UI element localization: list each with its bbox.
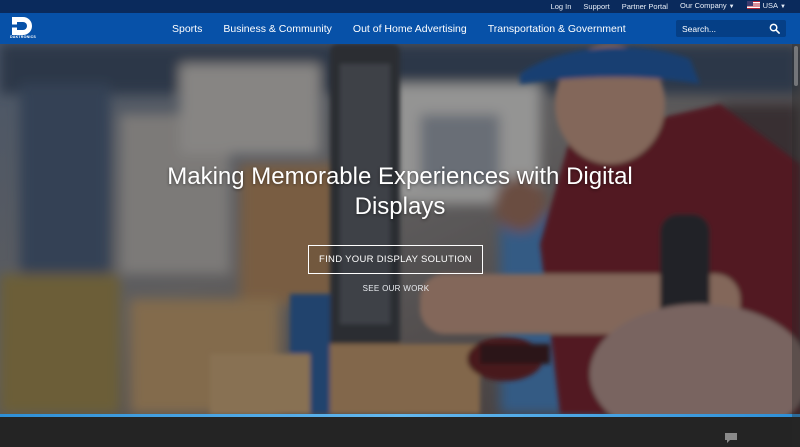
utility-bar: Log In Support Partner Portal Our Compan… — [0, 0, 800, 13]
hero-section: Making Memorable Experiences with Digita… — [0, 44, 800, 414]
daktronics-logo[interactable]: DAKTRONICS — [9, 16, 37, 42]
country-selector[interactable]: USA ▼ — [746, 0, 786, 14]
logo-wordmark: DAKTRONICS — [10, 35, 36, 39]
utility-link-support[interactable]: Support — [583, 0, 609, 13]
hero-title: Making Memorable Experiences with Digita… — [167, 163, 633, 220]
utility-link-partner-portal[interactable]: Partner Portal — [622, 0, 668, 13]
search-icon[interactable] — [769, 23, 780, 34]
chevron-down-icon: ▼ — [728, 4, 735, 10]
search-box — [676, 20, 786, 37]
main-nav: DAKTRONICS Sports Business & Community O… — [0, 13, 800, 44]
content-band — [0, 417, 800, 447]
nav-item-out-of-home-advertising[interactable]: Out of Home Advertising — [353, 23, 467, 35]
scrollbar-track[interactable] — [792, 44, 800, 447]
scrollbar-thumb[interactable] — [794, 46, 798, 86]
nav-item-sports[interactable]: Sports — [172, 23, 202, 35]
see-our-work-link[interactable]: SEE OUR WORK — [340, 284, 452, 293]
primary-nav: Sports Business & Community Out of Home … — [172, 13, 626, 44]
chevron-down-icon: ▼ — [780, 4, 786, 10]
hero-overlay — [0, 44, 800, 414]
us-flag-icon — [746, 1, 760, 9]
nav-item-transportation-government[interactable]: Transportation & Government — [488, 23, 626, 35]
search-input[interactable] — [682, 23, 770, 34]
our-company-label: Our Company — [679, 1, 727, 10]
chat-icon[interactable] — [724, 432, 738, 444]
utility-link-login[interactable]: Log In — [551, 0, 572, 13]
utility-link-our-company[interactable]: Our Company ▼ — [680, 0, 735, 14]
country-label: USA — [762, 1, 779, 10]
find-display-solution-button[interactable]: FIND YOUR DISPLAY SOLUTION — [308, 245, 483, 274]
logo-mark-icon — [12, 17, 32, 35]
nav-item-business-community[interactable]: Business & Community — [223, 23, 332, 35]
